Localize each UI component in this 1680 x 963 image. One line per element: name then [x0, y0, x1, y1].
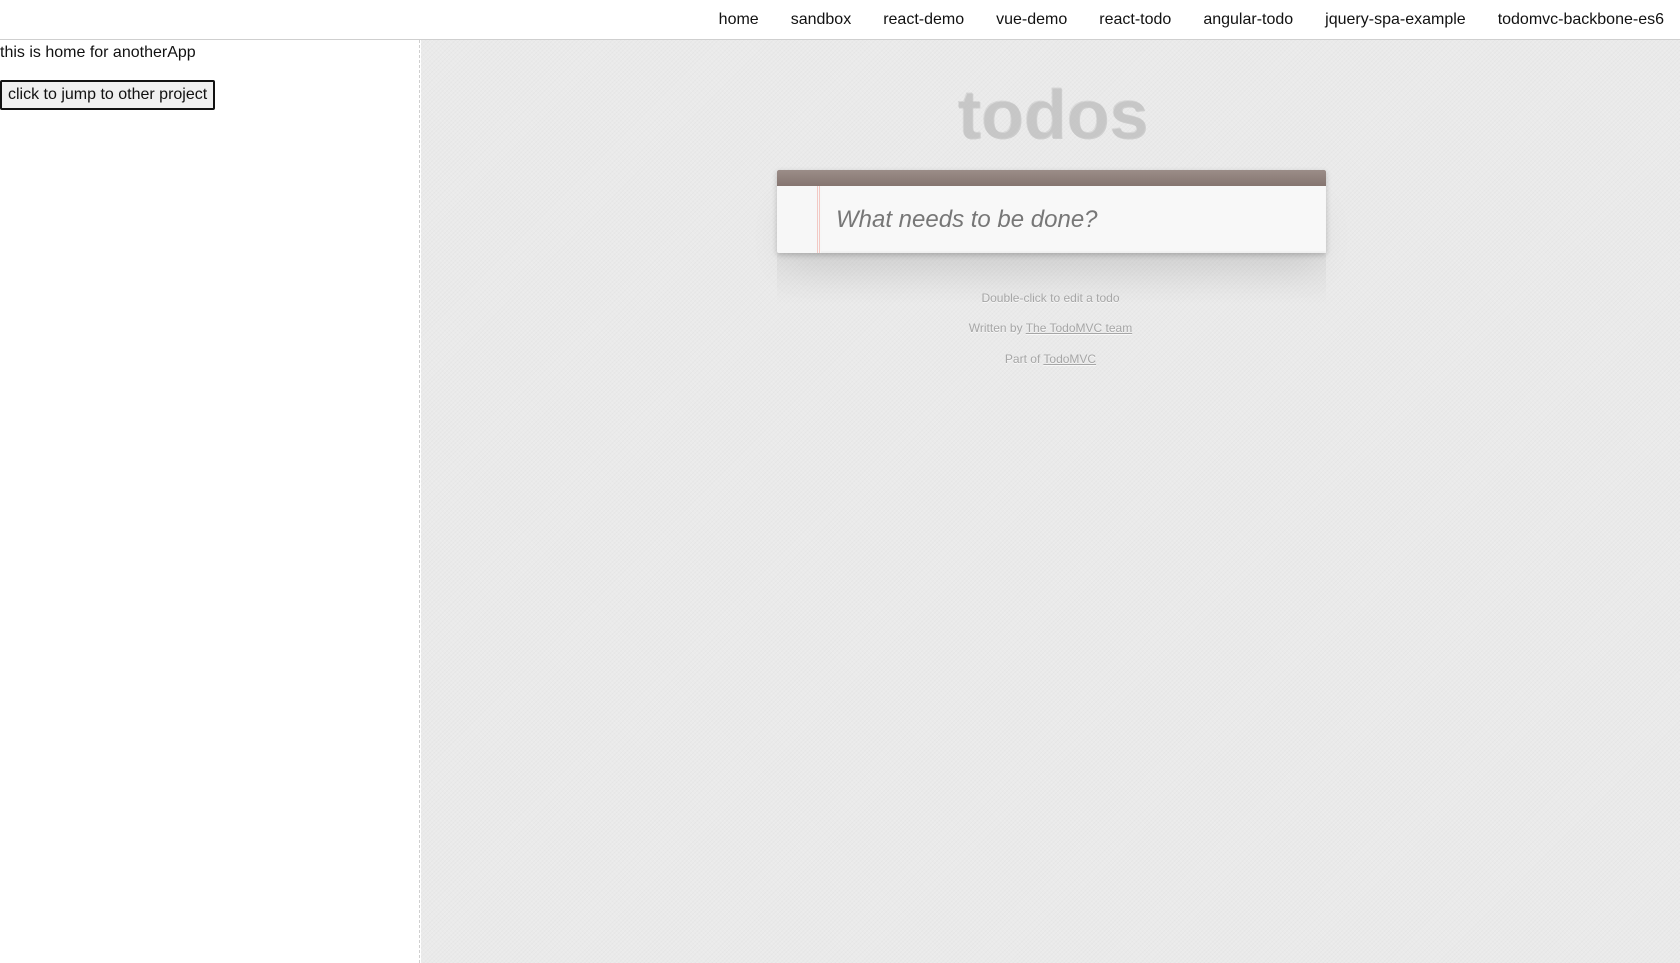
nav-link-home[interactable]: home — [719, 11, 759, 29]
todomvc-team-link[interactable]: The TodoMVC team — [1026, 321, 1133, 335]
jump-to-other-project-button[interactable]: click to jump to other project — [0, 80, 216, 110]
nav-link-react-todo[interactable]: react-todo — [1099, 11, 1171, 29]
nav-link-jquery-spa-example[interactable]: jquery-spa-example — [1325, 11, 1466, 29]
info-written-by: Written by The TodoMVC team — [421, 321, 1680, 335]
nav-link-vue-demo[interactable]: vue-demo — [996, 11, 1067, 29]
another-app-panel: this is home for anotherApp click to jum… — [0, 40, 420, 963]
nav-link-angular-todo[interactable]: angular-todo — [1203, 11, 1293, 29]
todo-margin-line — [817, 186, 820, 253]
new-todo-input[interactable] — [821, 186, 1326, 253]
todo-card-header-bar — [777, 170, 1326, 186]
todo-input-card — [777, 170, 1326, 253]
info-part-of: Part of TodoMVC — [421, 352, 1680, 366]
nav-link-todomvc-backbone-es6[interactable]: todomvc-backbone-es6 — [1498, 11, 1664, 29]
todo-app-panel: todos Double-click to edit a todo Writte… — [421, 40, 1680, 963]
info-edit-hint: Double-click to edit a todo — [421, 291, 1680, 305]
top-nav: home sandbox react-demo vue-demo react-t… — [0, 0, 1680, 40]
nav-link-react-demo[interactable]: react-demo — [883, 11, 964, 29]
written-by-prefix: Written by — [968, 321, 1026, 335]
nav-link-sandbox[interactable]: sandbox — [791, 11, 852, 29]
home-text: this is home for anotherApp — [0, 44, 196, 61]
todos-title: todos — [958, 76, 1149, 154]
todomvc-link[interactable]: TodoMVC — [1043, 352, 1096, 366]
part-of-prefix: Part of — [1004, 352, 1044, 366]
info-edit-text: Double-click to edit a todo — [981, 291, 1120, 305]
